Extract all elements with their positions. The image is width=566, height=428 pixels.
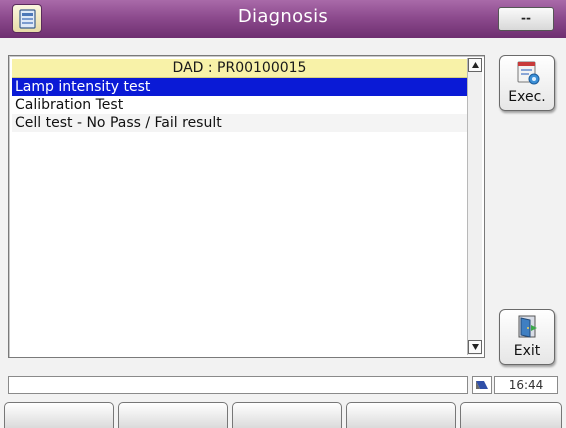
exec-button[interactable]: Exec. <box>499 55 555 111</box>
exec-button-label: Exec. <box>508 89 546 105</box>
list-scrollbar[interactable] <box>467 58 482 355</box>
status-indicator <box>472 376 492 394</box>
title-bar: Diagnosis -- <box>0 0 566 38</box>
scroll-up-button[interactable] <box>468 58 482 72</box>
softkey-4[interactable] <box>346 402 456 428</box>
execute-icon <box>515 61 541 89</box>
softkey-2[interactable] <box>118 402 228 428</box>
exit-button-label: Exit <box>513 343 541 359</box>
diagnosis-list: DAD : PR00100015 Lamp intensity test Cal… <box>8 55 485 358</box>
list-item[interactable]: Lamp intensity test <box>12 78 467 96</box>
exit-door-icon <box>517 315 539 343</box>
diagnosis-screen: Diagnosis -- DAD : PR00100015 Lamp inten… <box>0 0 566 428</box>
status-message-field <box>8 376 468 394</box>
scroll-down-button[interactable] <box>468 340 482 354</box>
options-button[interactable]: -- <box>498 7 554 31</box>
softkey-1[interactable] <box>4 402 114 428</box>
softkey-5[interactable] <box>460 402 562 428</box>
list-item[interactable]: Calibration Test <box>12 96 467 114</box>
exit-button[interactable]: Exit <box>499 309 555 365</box>
softkey-bar <box>0 402 566 428</box>
window-title: Diagnosis <box>237 6 329 27</box>
clock-time: 16:44 <box>494 376 558 394</box>
list-header: DAD : PR00100015 <box>12 59 467 78</box>
softkey-3[interactable] <box>232 402 342 428</box>
list-item[interactable]: Cell test - No Pass / Fail result <box>12 114 467 132</box>
